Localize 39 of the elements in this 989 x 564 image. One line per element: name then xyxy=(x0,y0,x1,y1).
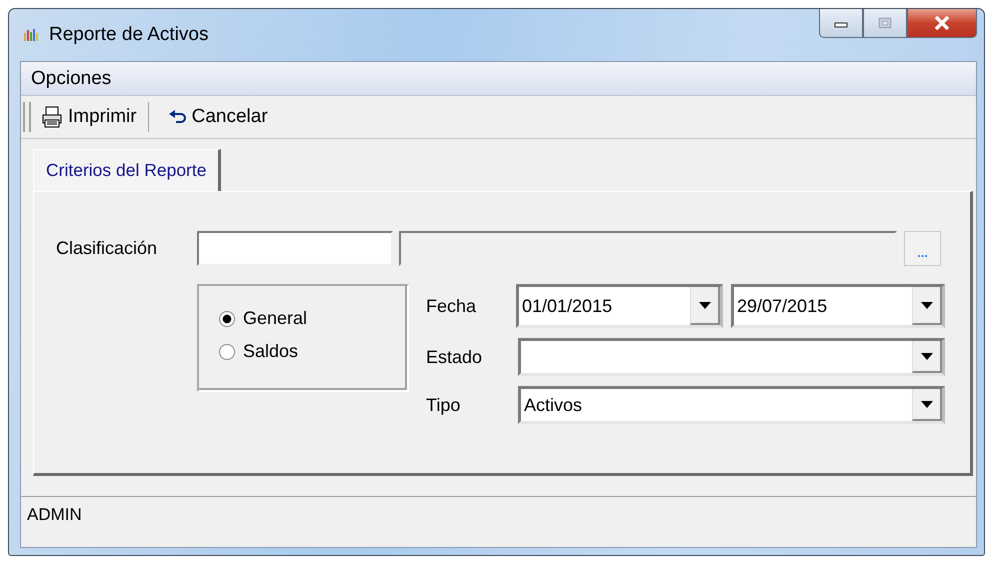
combo-value: Activos xyxy=(523,394,584,416)
caret-down-icon xyxy=(920,400,932,408)
radio-label[interactable]: Saldos xyxy=(243,341,298,362)
toolbar-button[interactable]: Imprimir xyxy=(37,104,140,130)
toolbar-button[interactable]: Cancelar xyxy=(164,104,271,130)
date-picker[interactable]: 01/01/2015 xyxy=(516,284,723,328)
undo-arrow-icon xyxy=(168,109,188,125)
dropdown-button[interactable] xyxy=(912,287,942,325)
close-icon xyxy=(934,16,950,30)
toolbar-grip xyxy=(23,102,31,132)
status-text: ADMIN xyxy=(27,505,82,525)
field-label: Fecha xyxy=(426,296,478,316)
dropdown-field[interactable] xyxy=(518,338,945,376)
window-title: Reporte de Activos xyxy=(49,24,208,46)
radio-button[interactable] xyxy=(219,310,235,326)
printer-icon xyxy=(40,106,64,128)
combo-value: 29/07/2015 xyxy=(736,296,828,316)
maximize-button[interactable] xyxy=(863,9,907,38)
maximize-icon xyxy=(878,17,892,29)
dropdown-button[interactable] xyxy=(690,287,720,325)
radio-button[interactable] xyxy=(219,344,235,360)
field-label: Estado xyxy=(426,346,484,368)
app-bars-icon xyxy=(23,27,39,43)
menu-item[interactable]: Opciones xyxy=(31,68,112,90)
combo-value: 01/01/2015 xyxy=(521,296,614,316)
tab[interactable]: Criterios del Reporte xyxy=(33,149,222,191)
dropdown-field[interactable]: Activos xyxy=(518,386,945,424)
caret-down-icon xyxy=(698,302,710,308)
code-input-field[interactable] xyxy=(197,231,393,266)
caret-down-icon xyxy=(920,302,932,308)
caret-down-icon xyxy=(920,352,932,360)
field-label: Clasificación xyxy=(56,238,158,259)
dropdown-button[interactable] xyxy=(912,389,942,421)
field-label: Tipo xyxy=(426,394,462,416)
radio-label[interactable]: General xyxy=(243,308,308,329)
close-button[interactable] xyxy=(907,9,977,38)
date-picker[interactable]: 29/07/2015 xyxy=(731,284,945,328)
dropdown-button[interactable] xyxy=(912,341,942,373)
minimize-button[interactable] xyxy=(819,9,863,38)
